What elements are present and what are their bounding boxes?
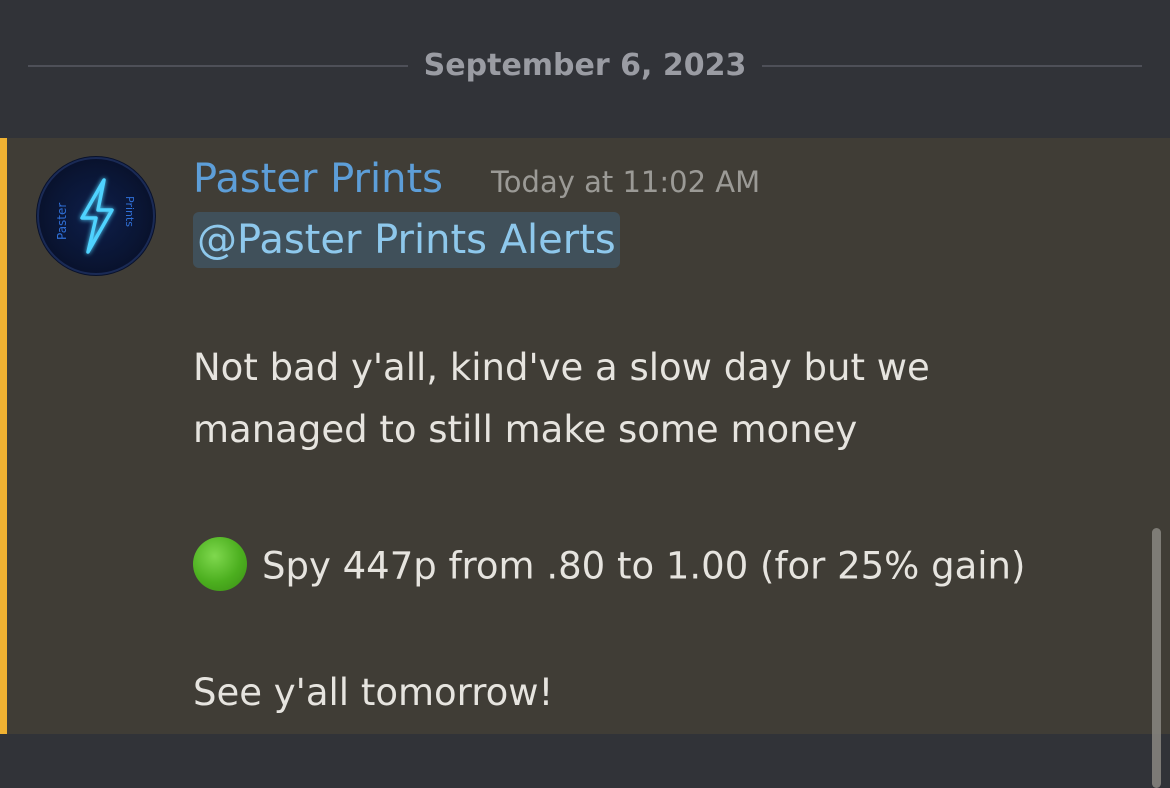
date-divider-label: September 6, 2023 <box>423 48 747 83</box>
date-divider: September 6, 2023 <box>0 0 1170 138</box>
chat-bottom-area <box>0 734 1170 788</box>
user-mention[interactable]: @Paster Prints Alerts <box>193 212 620 268</box>
scrollbar-thumb[interactable] <box>1152 528 1161 788</box>
message-timestamp: Today at 11:02 AM <box>491 165 761 199</box>
message-line-3: Spy 447p from .80 to 1.00 (for 25% gain) <box>262 544 1026 588</box>
green-circle-icon <box>193 537 247 591</box>
message-line-4: See y'all tomorrow! <box>193 671 554 714</box>
mention-highlight-bar <box>0 138 7 734</box>
divider-line-left <box>28 65 408 67</box>
message-line-2: managed to still make some money <box>193 408 858 451</box>
message-line-3-wrapper: Spy 447p from .80 to 1.00 (for 25% gain) <box>193 537 1026 595</box>
message-line-1: Not bad y'all, kind've a slow day but we <box>193 346 930 389</box>
avatar[interactable]: Paster Prints <box>36 156 156 276</box>
avatar-text-right: Prints <box>123 196 136 227</box>
lightning-bolt-icon: Paster Prints <box>37 157 155 275</box>
divider-line-right <box>762 65 1142 67</box>
message-author[interactable]: Paster Prints <box>193 152 443 206</box>
avatar-text-left: Paster <box>55 203 69 240</box>
